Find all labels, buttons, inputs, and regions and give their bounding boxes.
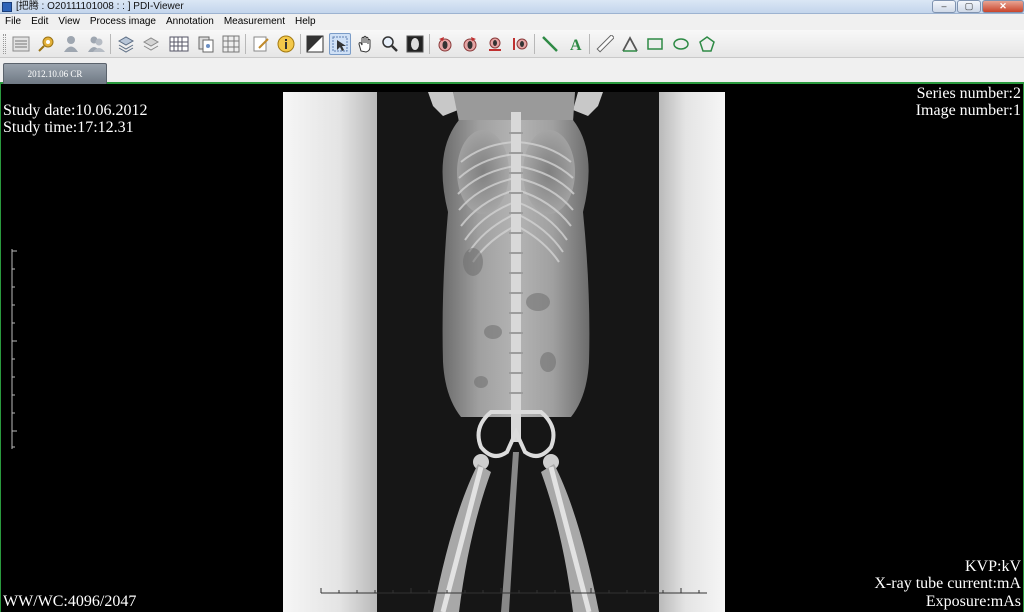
tab-study[interactable]: 2012.10.06 CR (3, 63, 107, 84)
menu-process-image[interactable]: Process image (85, 14, 161, 30)
zoom-icon[interactable] (379, 33, 401, 55)
grid-layout-icon[interactable] (168, 33, 190, 55)
window-level-icon[interactable] (304, 33, 326, 55)
menu-view[interactable]: View (53, 14, 85, 30)
menu-bar: File Edit View Process image Annotation … (0, 14, 1024, 30)
study-time-label: Study time:17:12.31 (3, 119, 134, 136)
horizontal-scale-ruler (320, 588, 707, 594)
menu-file[interactable]: File (0, 14, 26, 30)
angle-icon[interactable] (619, 33, 641, 55)
toolbar-separator (300, 34, 301, 54)
pan-hand-icon[interactable] (354, 33, 376, 55)
tube-current-label: X-ray tube current:mA (874, 575, 1021, 592)
close-button[interactable]: ✕ (982, 0, 1024, 13)
window-title-bar: [把腾 : O20111101008 : : ] PDI-Viewer – ▢ … (0, 0, 1024, 14)
radiograph-image[interactable] (283, 92, 725, 612)
toolbar-separator (110, 34, 111, 54)
minimize-button[interactable]: – (932, 0, 956, 13)
toolbar-separator (534, 34, 535, 54)
window-level-label: WW/WC:4096/2047 (3, 593, 137, 610)
key-icon[interactable] (35, 33, 57, 55)
list-icon[interactable] (10, 33, 32, 55)
rectangle-icon[interactable] (644, 33, 666, 55)
flip-horizontal-icon[interactable] (484, 33, 506, 55)
menu-help[interactable]: Help (290, 14, 321, 30)
svg-text:A: A (570, 37, 582, 53)
layers-icon[interactable] (115, 33, 137, 55)
study-date-label: Study date:10.06.2012 (3, 102, 148, 119)
toolbar: A (0, 30, 1024, 58)
invert-icon[interactable] (404, 33, 426, 55)
vertical-scale-ruler (11, 249, 17, 449)
line-measure-icon[interactable] (539, 33, 561, 55)
ellipse-icon[interactable] (670, 33, 692, 55)
window-controls: – ▢ ✕ (931, 0, 1024, 14)
flip-vertical-icon[interactable] (509, 33, 531, 55)
user-icon[interactable] (60, 33, 82, 55)
series-number-label: Series number:2 (916, 85, 1021, 102)
menu-edit[interactable]: Edit (26, 14, 53, 30)
image-viewer[interactable]: Study date:10.06.2012 Study time:17:12.3… (0, 84, 1024, 612)
kvp-label: KVP:kV (964, 558, 1021, 575)
maximize-button[interactable]: ▢ (957, 0, 981, 13)
app-icon (2, 2, 12, 12)
ruler-icon[interactable] (594, 33, 616, 55)
exposure-label: Exposure:mAs (925, 593, 1021, 610)
window-title: [把腾 : O20111101008 : : ] PDI-Viewer (16, 1, 184, 12)
menu-annotation[interactable]: Annotation (161, 14, 219, 30)
rotate-right-icon[interactable] (459, 33, 481, 55)
edit-icon[interactable] (250, 33, 272, 55)
grid-icon[interactable] (220, 33, 242, 55)
user-group-icon[interactable] (85, 33, 107, 55)
text-annotation-icon[interactable]: A (565, 33, 587, 55)
toolbar-separator (589, 34, 590, 54)
polygon-icon[interactable] (696, 33, 718, 55)
image-number-label: Image number:1 (915, 102, 1021, 119)
toolbar-separator (245, 34, 246, 54)
toolbar-grip[interactable] (3, 34, 6, 54)
select-pointer-icon[interactable] (329, 33, 351, 55)
study-tab-strip: 2012.10.06 CR (0, 58, 1024, 84)
copy-images-icon[interactable] (195, 33, 217, 55)
stack-icon[interactable] (140, 33, 162, 55)
menu-measurement[interactable]: Measurement (219, 14, 290, 30)
toolbar-separator (429, 34, 430, 54)
rotate-left-icon[interactable] (434, 33, 456, 55)
info-icon[interactable] (275, 33, 297, 55)
